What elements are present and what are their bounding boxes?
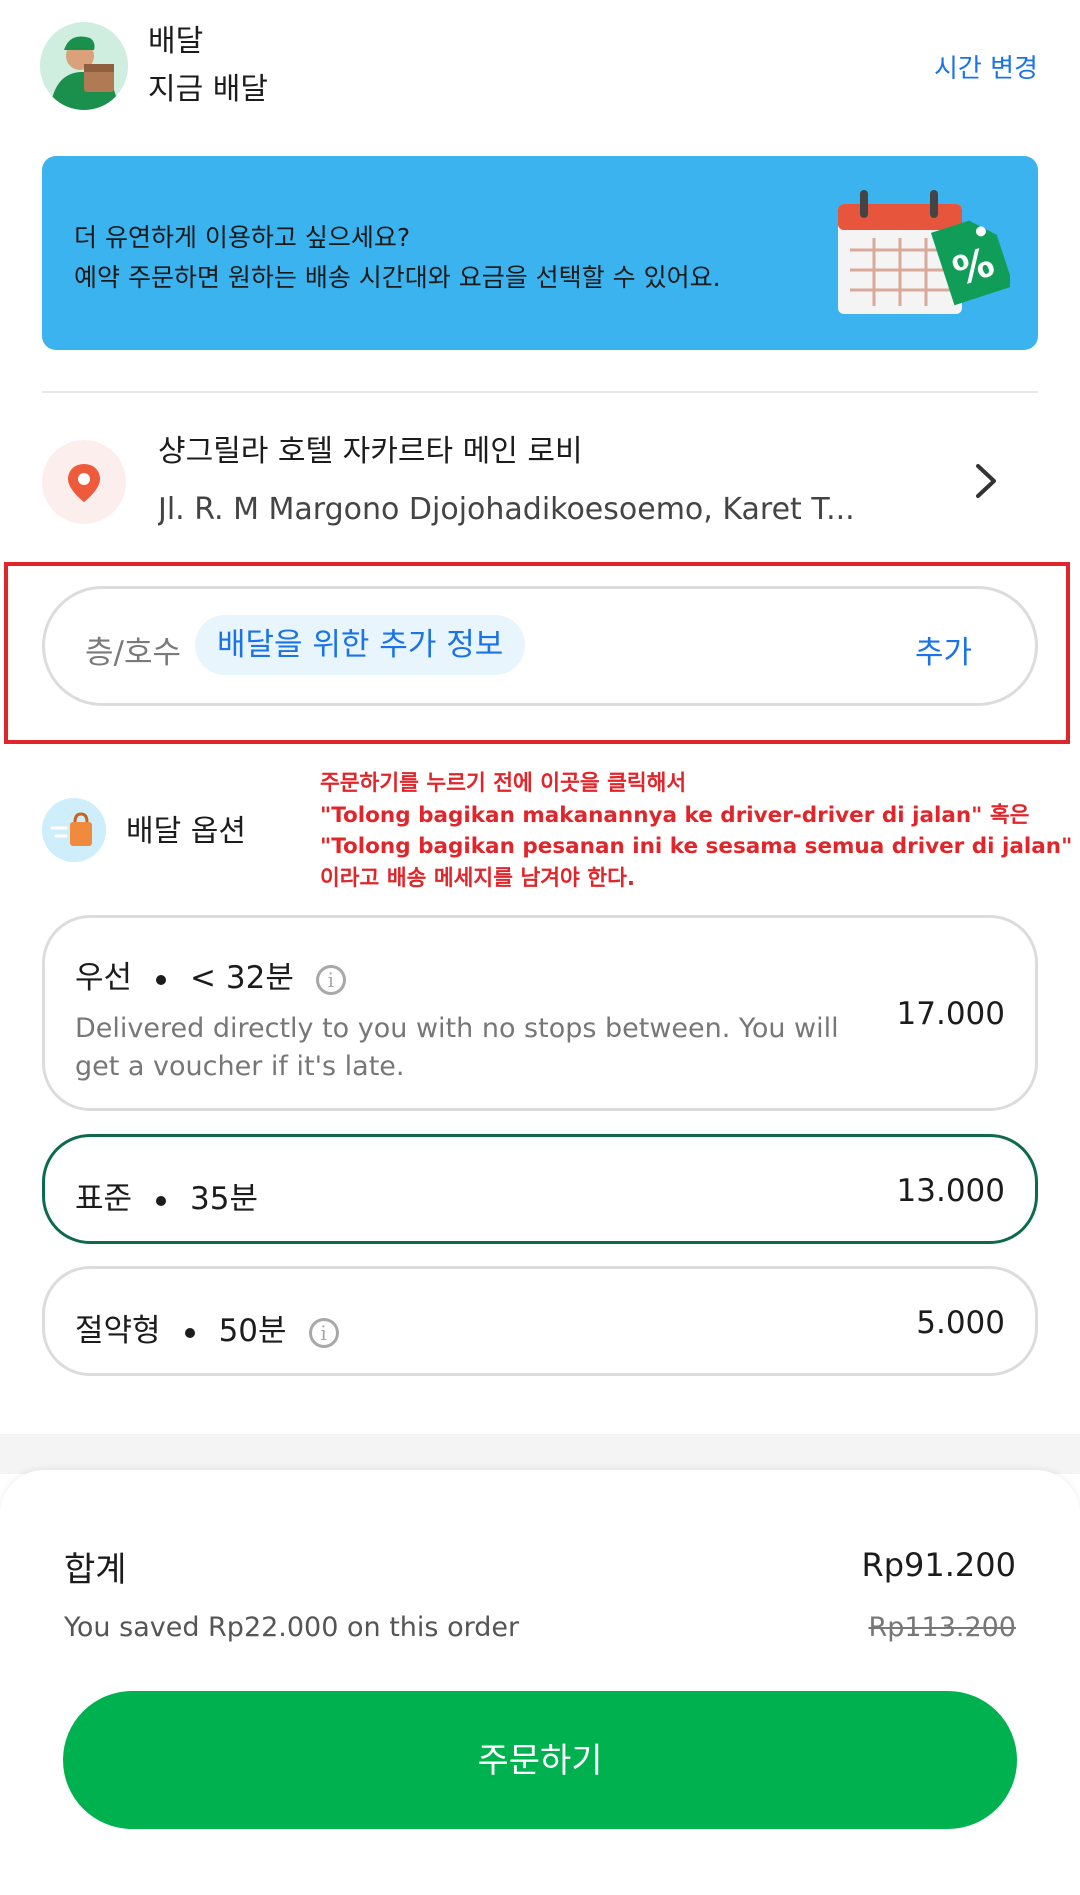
add-note-button[interactable]: 추가 (915, 627, 972, 672)
delivery-option-priority[interactable]: 우선 < 32분 i Delivered directly to you with … (42, 915, 1038, 1111)
place-order-button[interactable]: 주문하기 (63, 1691, 1017, 1829)
section-separator (0, 1434, 1080, 1474)
annotation-line-3: "Tolong bagikan pesanan ini ke sesama se… (320, 834, 1073, 859)
delivery-option-saver[interactable]: 절약형 50분 i 5.000 (42, 1266, 1038, 1376)
order-summary-sheet (0, 1470, 1080, 1895)
annotation-line-2: "Tolong bagikan makanannya ke driver-dri… (320, 802, 1030, 828)
delivery-type-label: 배달 (148, 24, 204, 59)
option-title: 표준 35분 (75, 1173, 258, 1218)
location-pin-icon (42, 440, 126, 524)
option-price: 13.000 (896, 1173, 1005, 1209)
option-title: 절약형 50분 i (75, 1305, 339, 1350)
change-time-link[interactable]: 시간 변경 (934, 48, 1038, 85)
info-icon[interactable]: i (315, 964, 346, 995)
calendar-discount-icon: % (830, 186, 1014, 316)
banner-subtitle: 예약 주문하면 원하는 배송 시간대와 요금을 선택할 수 있어요. (74, 263, 721, 292)
option-eta: 50분 (218, 1313, 287, 1349)
courier-avatar-icon (40, 22, 128, 110)
address-name[interactable]: 샹그릴라 호텔 자카르타 메인 로비 (158, 432, 583, 472)
annotation-instruction: 주문하기를 누르기 전에 이곳을 클릭해서 "Tolong bagikan ma… (320, 768, 1073, 894)
annotation-line-4: 이라고 배송 메세지를 남겨야 한다. (320, 865, 636, 891)
floor-unit-label[interactable]: 층/호수 (85, 627, 181, 672)
bullet-dot (184, 1327, 195, 1338)
option-name: 절약형 (75, 1313, 161, 1349)
option-price: 17.000 (896, 996, 1005, 1032)
schedule-order-banner[interactable]: 더 유연하게 이용하고 싶으세요? 예약 주문하면 원하는 배송 시간대와 요금… (42, 156, 1038, 350)
extra-info-chip[interactable]: 배달을 위한 추가 정보 (195, 615, 526, 675)
option-eta: < 32분 (190, 960, 294, 996)
info-icon[interactable]: i (308, 1317, 339, 1348)
option-description: Delivered directly to you with no stops … (75, 1013, 839, 1082)
address-street[interactable]: Jl. R. M Margono Djojohadikoesoemo, Kare… (158, 490, 898, 530)
delivery-options-title: 배달 옵션 (126, 814, 246, 849)
option-eta: 35분 (190, 1181, 259, 1217)
savings-text: You saved Rp22.000 on this order (64, 1612, 520, 1643)
delivery-note-field[interactable]: 층/호수 배달을 위한 추가 정보 추가 (42, 586, 1038, 706)
section-divider (42, 391, 1038, 393)
delivery-option-standard[interactable]: 표준 35분 13.000 (42, 1134, 1038, 1244)
bullet-dot (156, 974, 167, 985)
delivery-time-label: 지금 배달 (148, 72, 268, 107)
banner-title: 더 유연하게 이용하고 싶으세요? (74, 223, 411, 252)
option-name: 우선 (75, 960, 133, 996)
option-name: 표준 (75, 1181, 133, 1217)
total-label: 합계 (64, 1550, 127, 1590)
bullet-dot (156, 1195, 167, 1206)
chevron-right-icon[interactable] (966, 458, 1006, 504)
original-total: Rp113.200 (868, 1612, 1016, 1643)
option-title: 우선 < 32분 i (75, 952, 346, 997)
delivery-bag-icon (42, 798, 106, 862)
annotation-line-1: 주문하기를 누르기 전에 이곳을 클릭해서 (320, 771, 687, 796)
option-price: 5.000 (916, 1305, 1005, 1341)
total-value: Rp91.200 (861, 1546, 1016, 1584)
